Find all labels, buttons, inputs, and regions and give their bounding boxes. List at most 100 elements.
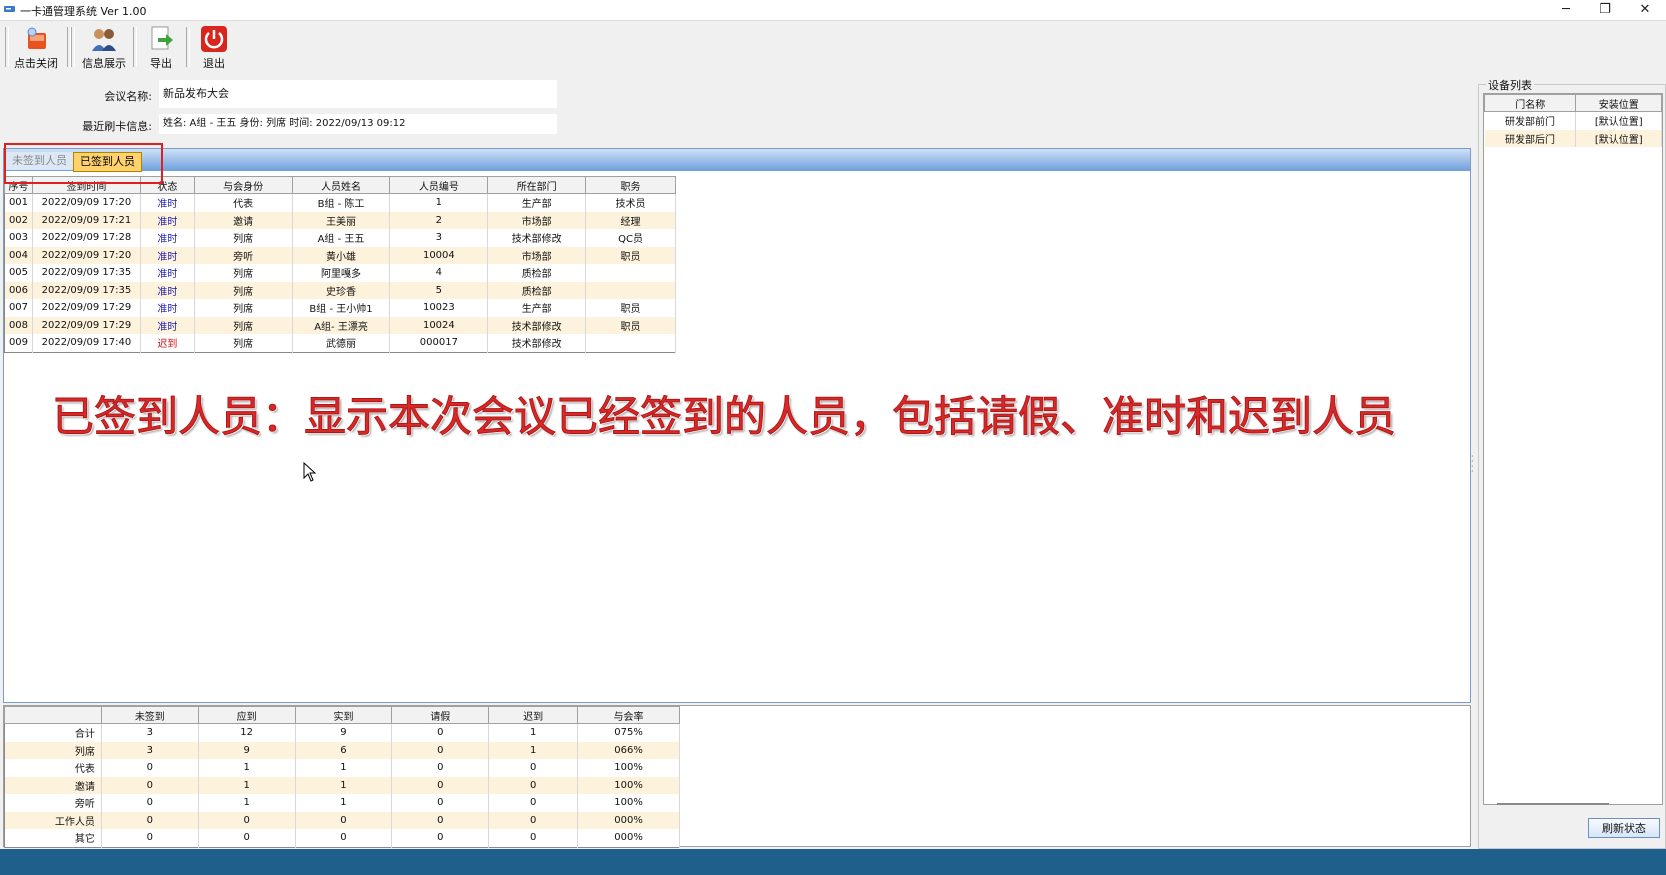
stats-cell: 0 [101,811,199,829]
stats-row[interactable]: 合计 3 12 9 0 1 075% [4,723,680,742]
attendee-cell: 阿里嘎多 [292,264,391,282]
attendee-cell [585,264,676,282]
attendee-cell: 10023 [389,299,489,317]
attendee-cell: 10024 [389,316,489,334]
users-info-icon [92,29,116,51]
restore-button[interactable]: ❐ [1585,0,1625,20]
stats-cell: 000% [577,811,680,829]
device-row[interactable]: 研发部前门 [默认位置] [1484,111,1662,130]
meeting-name-field[interactable]: 新品发布大会 [159,80,557,108]
refresh-status-button[interactable]: 刷新状态 [1588,818,1660,838]
stats-cell: 0 [101,829,199,847]
attendee-row[interactable]: 007 2022/09/09 17:29 准时 列席 B组 - 王小帅1 10023 生产部… [4,299,676,317]
stats-cell: 0 [488,759,579,777]
stats-row[interactable]: 代表 0 1 1 0 0 100% [4,759,680,777]
stats-column-header[interactable]: 迟到 [488,706,579,724]
device-column-header[interactable]: 安装位置 [1575,94,1662,112]
stats-cell: 0 [488,776,579,794]
attendee-cell: 技术部修改 [487,229,587,247]
attendee-cell: 迟到 [140,334,195,352]
stats-cell: 1 [198,759,296,777]
attendee-cell: 职员 [585,316,676,334]
attendee-cell: 市场部 [487,211,587,229]
exit-button[interactable]: 退出 [197,25,231,71]
export-icon [151,26,173,50]
toolbar-grip [5,27,9,67]
attendee-row[interactable]: 004 2022/09/09 17:20 准时 旁听 黄小雄 10004 市场部 职员 [4,246,676,264]
stats-table: 未签到 应到 实到 请假 迟到 与会率 合计 3 12 9 0 1 075% 列席 3 9 6 0 1 066% 代表… [4,706,680,848]
stats-cell: 0 [391,794,490,812]
info-display-button[interactable]: 信息展示 [80,25,128,71]
stats-cell: 0 [198,829,296,847]
close-door-button[interactable]: 点击关闭 [12,25,60,71]
attendee-cell: 准时 [140,264,195,282]
attendee-row[interactable]: 001 2022/09/09 17:20 准时 代表 B组 - 陈工 1 生产部 技术员 [4,193,676,212]
stats-cell: 1 [198,794,296,812]
stats-column-header[interactable]: 实到 [294,706,393,724]
attendee-cell: 2 [389,211,489,229]
attendee-row[interactable]: 003 2022/09/09 17:28 准时 列席 A组 - 王五 3 技术部修改 QC员 [4,229,676,247]
close-door-label: 点击关闭 [14,57,58,70]
attendee-row[interactable]: 008 2022/09/09 17:29 准时 列席 A组- 王漂亮 10024 技术部修改… [4,316,676,334]
device-table: 门名称 安装位置 研发部前门 [默认位置] 研发部后门 [默认位置] [1483,94,1662,147]
app-icon [4,6,15,12]
stats-cell: 0 [488,829,579,847]
attendee-cell: A组- 王漂亮 [292,316,391,334]
attendee-cell: 2022/09/09 17:28 [32,229,141,247]
attendee-cell: 002 [4,211,33,229]
attendee-cell: 经理 [585,211,676,229]
export-label: 导出 [150,57,172,70]
attendee-row[interactable]: 002 2022/09/09 17:21 准时 邀请 王美丽 2 市场部 经理 [4,211,676,229]
device-cell: 研发部前门 [1484,111,1577,130]
attendee-cell: 008 [4,316,33,334]
stats-cell: 9 [198,741,296,759]
close-button[interactable]: ✕ [1625,0,1665,20]
attendee-column-header[interactable]: 人员姓名 [291,176,391,194]
attendee-row[interactable]: 005 2022/09/09 17:35 准时 列席 阿里嘎多 4 质检部 [4,264,676,282]
stats-cell: 0 [101,776,199,794]
attendee-cell: 列席 [194,334,293,352]
attendee-cell: 列席 [194,299,293,317]
stats-cell: 其它 [4,829,102,847]
stats-panel: 未签到 应到 实到 请假 迟到 与会率 合计 3 12 9 0 1 075% 列席 3 9 6 0 1 066% 代表… [3,705,1471,848]
stats-column-header[interactable]: 与会率 [577,706,680,724]
attendee-column-header[interactable]: 人员编号 [389,176,489,194]
attendee-cell: 邀请 [194,211,293,229]
attendee-column-header[interactable]: 职务 [585,176,676,194]
stats-row[interactable]: 其它 0 0 0 0 0 000% [4,829,680,847]
stats-column-header[interactable] [4,706,102,724]
export-button[interactable]: 导出 [144,25,178,71]
attendee-cell: 准时 [140,281,195,299]
attendee-cell: 2022/09/09 17:20 [32,246,141,264]
device-row[interactable]: 研发部后门 [默认位置] [1484,129,1662,147]
attendee-cell: 2022/09/09 17:21 [32,211,141,229]
attendee-cell: 5 [389,281,489,299]
minimize-button[interactable]: ─ [1546,0,1586,20]
stats-row[interactable]: 旁听 0 1 1 0 0 100% [4,794,680,812]
attendee-row[interactable]: 006 2022/09/09 17:35 准时 列席 史珍香 5 质检部 [4,281,676,299]
attendee-cell: 准时 [140,246,195,264]
stats-cell: 1 [488,741,579,759]
attendee-cell: 000017 [389,334,489,352]
device-column-header[interactable]: 门名称 [1483,94,1577,112]
mouse-cursor-icon [303,462,317,482]
stats-column-header[interactable]: 应到 [197,706,296,724]
stats-row[interactable]: 工作人员 0 0 0 0 0 000% [4,811,680,829]
stats-row[interactable]: 邀请 0 1 1 0 0 100% [4,776,680,794]
stats-column-header[interactable]: 请假 [391,706,490,724]
stats-cell: 9 [295,723,393,742]
attendee-row[interactable]: 009 2022/09/09 17:40 迟到 列席 武德丽 000017 技术部修改 [4,334,676,352]
device-group-label: 设备列表 [1486,77,1534,93]
stats-cell: 0 [198,811,296,829]
device-horizontal-scrollbar[interactable] [1497,803,1609,805]
stats-cell: 0 [101,759,199,777]
attendee-cell: B组 - 陈工 [292,193,391,212]
stats-row[interactable]: 列席 3 9 6 0 1 066% [4,741,680,759]
attendee-cell: 10004 [389,246,489,264]
toolbar-separator [133,27,137,67]
attendee-cell: 技术员 [585,193,676,212]
stats-cell: 1 [198,776,296,794]
stats-column-header[interactable]: 未签到 [100,706,199,724]
attendee-column-header[interactable]: 与会身份 [193,176,293,194]
attendee-column-header[interactable]: 所在部门 [487,176,587,194]
